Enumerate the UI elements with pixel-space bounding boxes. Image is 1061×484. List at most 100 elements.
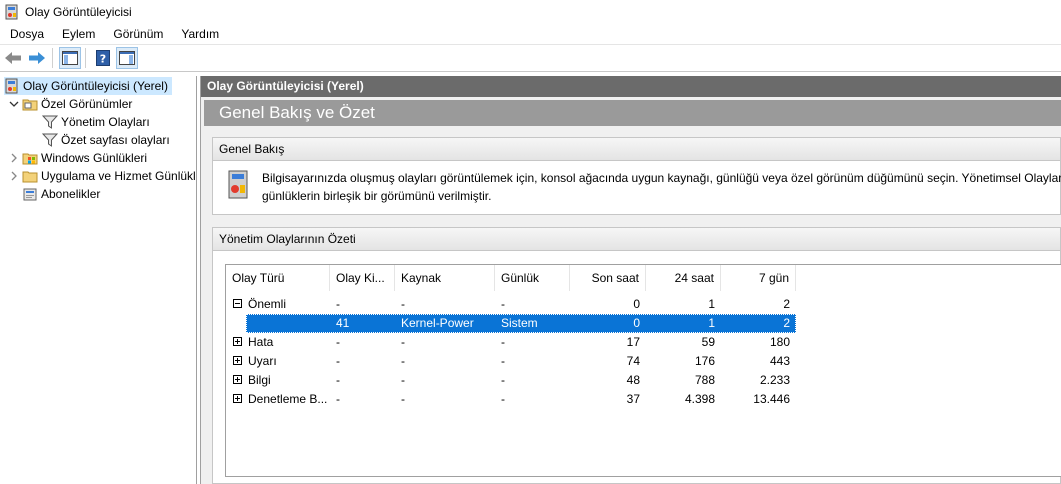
event-log-icon — [225, 169, 251, 201]
event-id-cell: - — [336, 392, 340, 406]
column-header-last-hour[interactable]: Son saat — [570, 265, 646, 291]
tree-item-admin-events[interactable]: Yönetim Olayları — [41, 113, 150, 131]
tree-item-custom-views[interactable]: Özel Görünümler — [8, 95, 132, 113]
tree-item-subscriptions[interactable]: Abonelikler — [22, 185, 100, 203]
column-header-event-id[interactable]: Olay Ki... — [330, 265, 395, 291]
event-type-cell: Bilgi — [226, 371, 330, 390]
event-type-cell-sub — [246, 314, 330, 333]
last-hour-cell: 74 — [626, 354, 640, 368]
last-hour-cell: 17 — [626, 335, 640, 349]
tree-item-app-service-logs[interactable]: Uygulama ve Hizmet Günlükl — [8, 167, 196, 185]
event-type-cell — [226, 314, 246, 333]
overview-body: Bilgisayarınızda oluşmuş olayları görünt… — [213, 161, 1061, 211]
overview-text: Bilgisayarınızda oluşmuş olayları görünt… — [262, 169, 1061, 205]
table-row[interactable]: Denetleme B... - - - 37 4.398 13.446 — [226, 390, 796, 409]
tree-item-event-viewer-local[interactable]: Olay Görüntüleyicisi (Yerel) — [4, 77, 172, 95]
help-icon[interactable]: ? — [92, 47, 114, 69]
selected-row-highlight: 41 Kernel-Power Sistem 0 1 2 — [246, 314, 796, 333]
24-hours-cell: 59 — [701, 335, 715, 349]
table-row[interactable]: Hata - - - 17 59 180 — [226, 333, 796, 352]
pane-header: Olay Görüntüleyicisi (Yerel) — [201, 76, 1061, 97]
source-cell: - — [401, 297, 405, 311]
summary-section-title[interactable]: Yönetim Olaylarının Özeti — [213, 228, 1060, 251]
event-id-cell: 41 — [336, 316, 350, 330]
menu-help[interactable]: Yardım — [171, 24, 227, 44]
column-header-source[interactable]: Kaynak — [395, 265, 495, 291]
forward-arrow-icon[interactable] — [26, 47, 48, 69]
log-cell: - — [501, 373, 505, 387]
log-cell: - — [501, 297, 505, 311]
expand-icon[interactable] — [233, 356, 242, 366]
tree-item-label: Yönetim Olayları — [61, 115, 150, 129]
toolbar-separator — [85, 48, 86, 68]
svg-text:?: ? — [100, 53, 106, 66]
table-row[interactable]: Bilgi - - - 48 788 2.233 — [226, 371, 796, 390]
column-header-7-days[interactable]: 7 gün — [721, 265, 796, 291]
tree-item-windows-logs[interactable]: Windows Günlükleri — [8, 149, 147, 167]
24-hours-cell: 1 — [708, 316, 715, 330]
7-days-cell: 180 — [769, 335, 790, 349]
toolbar-separator — [52, 48, 53, 68]
event-id-cell: - — [336, 373, 340, 387]
overview-summary-header: Genel Bakış ve Özet — [204, 100, 1061, 126]
back-arrow-icon[interactable] — [2, 47, 24, 69]
folder-icon — [22, 96, 38, 112]
event-viewer-icon — [4, 78, 20, 94]
source-cell: Kernel-Power — [401, 316, 474, 330]
column-header-event-type[interactable]: Olay Türü — [226, 265, 330, 291]
source-cell: - — [401, 373, 405, 387]
chevron-down-icon[interactable] — [8, 98, 20, 110]
subscriptions-icon — [22, 186, 38, 202]
toolbar: ? — [0, 44, 1061, 72]
expand-icon[interactable] — [233, 375, 242, 385]
24-hours-cell: 1 — [708, 297, 715, 311]
show-hide-action-pane-icon[interactable] — [116, 47, 138, 69]
collapse-icon[interactable] — [233, 299, 242, 309]
24-hours-cell: 4.398 — [684, 392, 715, 406]
column-header-24-hours[interactable]: 24 saat — [646, 265, 721, 291]
tree-item-label: Özet sayfası olayları — [61, 133, 170, 147]
expand-icon[interactable] — [233, 394, 242, 404]
menu-view[interactable]: Görünüm — [103, 24, 171, 44]
table-row-selected[interactable]: 41 Kernel-Power Sistem 0 1 2 — [226, 314, 796, 333]
overview-section: Genel Bakış Bilgisayarınızda oluşmuş ola… — [212, 137, 1061, 215]
tree-item-label: Windows Günlükleri — [41, 151, 148, 165]
tree-item-label: Abonelikler — [41, 187, 101, 201]
event-id-cell: - — [336, 354, 340, 368]
last-hour-cell: 48 — [626, 373, 640, 387]
admin-events-summary-section: Yönetim Olaylarının Özeti Olay Türü Olay… — [212, 227, 1061, 484]
source-cell: - — [401, 392, 405, 406]
tree-item-label: Olay Görüntüleyicisi (Yerel) — [23, 79, 168, 93]
event-type-cell: Önemli — [226, 295, 330, 314]
event-type-cell: Hata — [226, 333, 330, 352]
filter-icon — [41, 114, 59, 130]
folder-icon — [22, 168, 38, 184]
event-id-cell: - — [336, 335, 340, 349]
overview-text-line-1: Bilgisayarınızda oluşmuş olayları görünt… — [262, 171, 1061, 185]
event-id-cell: - — [336, 297, 340, 311]
7-days-cell: 2 — [783, 297, 790, 311]
table-row[interactable]: Önemli - - - 0 1 2 — [226, 295, 796, 314]
7-days-cell: 2.233 — [759, 373, 790, 387]
menu-action[interactable]: Eylem — [52, 24, 103, 44]
expand-icon[interactable] — [233, 337, 242, 347]
last-hour-cell: 37 — [626, 392, 640, 406]
chevron-right-icon[interactable] — [8, 170, 20, 182]
tree-item-summary-events[interactable]: Özet sayfası olayları — [41, 131, 170, 149]
column-header-log[interactable]: Günlük — [495, 265, 570, 291]
log-cell: Sistem — [501, 316, 538, 330]
event-viewer-app-icon — [5, 4, 19, 20]
show-hide-console-tree-icon[interactable] — [59, 47, 81, 69]
7-days-cell: 2 — [783, 316, 790, 330]
menu-file[interactable]: Dosya — [0, 24, 52, 44]
tree-item-label: Uygulama ve Hizmet Günlükl — [41, 169, 196, 183]
source-cell: - — [401, 354, 405, 368]
chevron-right-icon[interactable] — [8, 152, 20, 164]
7-days-cell: 443 — [769, 354, 790, 368]
content-pane: Olay Görüntüleyicisi (Yerel) Genel Bakış… — [200, 76, 1061, 484]
table-row[interactable]: Uyarı - - - 74 176 443 — [226, 352, 796, 371]
tree-item-label: Özel Görünümler — [41, 97, 133, 111]
overview-section-title[interactable]: Genel Bakış — [213, 138, 1060, 161]
24-hours-cell: 176 — [694, 354, 715, 368]
log-cell: - — [501, 392, 505, 406]
